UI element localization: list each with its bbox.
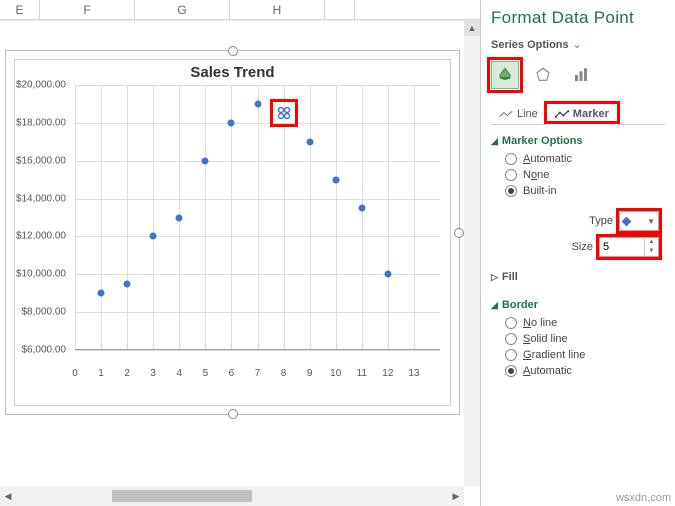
tab-row: Line Marker [491,103,665,125]
data-point[interactable] [176,214,183,221]
y-axis-labels: $6,000.00$8,000.00$10,000.00$12,000.00$1… [15,85,70,350]
triangle-down-icon: ◢ [491,300,498,311]
data-point[interactable] [254,100,261,107]
resize-handle[interactable] [454,228,464,238]
watermark: wsxdn.com [616,492,671,504]
effects-icon[interactable] [529,61,557,89]
marker-options-header[interactable]: ◢ Marker Options [491,135,665,147]
tab-marker[interactable]: Marker [546,103,618,125]
col-header[interactable]: F [40,0,135,19]
radio-none[interactable]: None [505,169,665,181]
worksheet-area: E F G H Sales Trend $6,000.00$8,000.00$1… [0,0,480,506]
scroll-left-button[interactable]: ◀ [0,488,16,504]
col-header[interactable]: H [230,0,325,19]
series-options-dropdown[interactable]: Series Options ⌄ [491,38,665,51]
radio-solid-line[interactable]: Solid line [505,333,665,345]
series-options-icon[interactable] [567,61,595,89]
gridlines [75,85,440,350]
marker-options-group: Automatic None Built-in [505,153,665,201]
data-point[interactable] [202,157,209,164]
chart-object[interactable]: Sales Trend $6,000.00$8,000.00$10,000.00… [5,50,460,415]
radio-automatic[interactable]: Automatic [505,153,665,165]
col-header[interactable]: E [0,0,40,19]
radio-border-automatic[interactable]: Automatic [505,365,665,377]
triangle-down-icon: ◢ [491,136,498,147]
data-point[interactable] [150,233,157,240]
spin-up[interactable]: ▲ [645,238,658,247]
triangle-right-icon: ▷ [491,272,498,283]
data-point[interactable] [98,290,105,297]
chevron-down-icon: ⌄ [573,38,582,51]
column-headers: E F G H [0,0,480,20]
type-label: Type [589,215,613,227]
scroll-up-button[interactable]: ▲ [464,20,480,36]
diamond-marker-icon [622,216,632,226]
spin-down[interactable]: ▼ [645,247,658,256]
col-header[interactable]: G [135,0,230,19]
resize-handle[interactable] [228,46,238,56]
data-point[interactable] [332,176,339,183]
caret-down-icon: ▼ [647,217,655,226]
col-header[interactable] [325,0,355,19]
border-header[interactable]: ◢ Border [491,299,665,311]
chart-plot-container: Sales Trend $6,000.00$8,000.00$10,000.00… [14,59,451,406]
data-point[interactable] [358,205,365,212]
resize-handle[interactable] [228,409,238,419]
border-group: No line Solid line Gradient line Automat… [505,317,665,381]
data-point[interactable] [228,119,235,126]
size-input[interactable] [600,238,644,256]
vertical-scrollbar[interactable]: ▲ [464,20,480,486]
tab-line[interactable]: Line [491,103,546,124]
data-point[interactable] [306,138,313,145]
format-pane: Format Data Point Series Options ⌄ Line … [480,0,675,506]
data-point[interactable] [384,271,391,278]
radio-gradient-line[interactable]: Gradient line [505,349,665,361]
horizontal-scrollbar[interactable]: ◀ ▶ [0,486,464,506]
property-icon-row [491,61,665,89]
marker-size-spinner[interactable]: ▲▼ [599,237,659,257]
marker-type-dropdown[interactable]: ▼ [619,211,659,231]
fill-and-line-icon[interactable] [491,61,519,89]
size-label: Size [572,241,593,253]
scroll-thumb[interactable] [112,490,252,502]
pane-title: Format Data Point [491,8,665,28]
chart-title[interactable]: Sales Trend [15,60,450,85]
scroll-right-button[interactable]: ▶ [448,488,464,504]
radio-no-line[interactable]: No line [505,317,665,329]
data-point[interactable] [124,280,131,287]
fill-header[interactable]: ▷ Fill [491,271,665,283]
x-axis-line [75,349,440,350]
cells-grid[interactable]: Sales Trend $6,000.00$8,000.00$10,000.00… [0,20,480,506]
radio-builtin[interactable]: Built-in [505,185,665,197]
plot-area[interactable]: $6,000.00$8,000.00$10,000.00$12,000.00$1… [75,85,440,350]
selected-data-point[interactable] [277,106,291,120]
